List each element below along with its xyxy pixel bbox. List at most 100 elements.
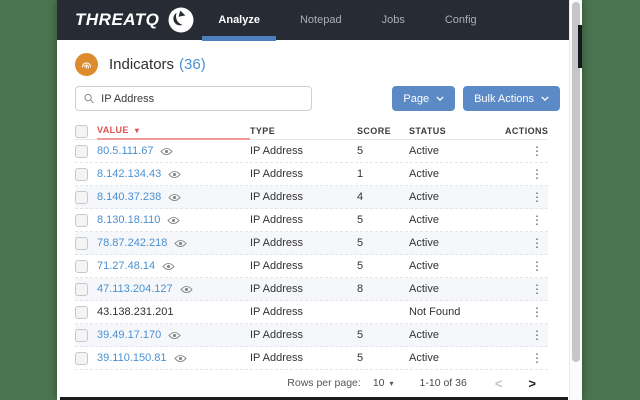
row-checkbox[interactable] (75, 351, 88, 365)
column-header-value[interactable]: VALUE ▾ (97, 123, 250, 140)
tab-jobs-label: Jobs (381, 14, 405, 26)
indicator-score: 4 (357, 191, 364, 203)
top-navbar: THREATQ Analyze Notepad Jobs Config (57, 0, 582, 41)
indicator-score: 5 (357, 260, 364, 272)
toolbar: Page Bulk Actions (75, 86, 560, 111)
table-header-row: VALUE ▾ TYPE SCORE STATUS ACTIONS (75, 123, 548, 140)
eye-icon[interactable] (162, 262, 175, 271)
indicator-score: 8 (357, 283, 364, 295)
threatq-logo-icon (168, 7, 194, 33)
sort-desc-icon: ▾ (134, 125, 140, 135)
search-box[interactable] (75, 86, 312, 111)
tab-jobs[interactable]: Jobs (380, 1, 407, 39)
column-header-status[interactable]: STATUS (409, 126, 505, 136)
select-all-checkbox[interactable] (75, 124, 88, 138)
table-body: 80.5.111.67 IP Address 5 Active ⋮ 8.142.… (75, 140, 548, 370)
tab-config[interactable]: Config (443, 1, 479, 39)
row-actions-kebab-icon[interactable]: ⋮ (523, 351, 548, 365)
indicator-status: Active (409, 260, 439, 272)
row-actions-kebab-icon[interactable]: ⋮ (523, 305, 548, 319)
tab-config-label: Config (444, 14, 477, 26)
page-button-label: Page (403, 92, 430, 105)
table-row: 8.140.37.238 IP Address 4 Active ⋮ (75, 186, 548, 209)
row-actions-kebab-icon[interactable]: ⋮ (523, 259, 548, 273)
indicator-status: Active (409, 168, 439, 180)
row-checkbox[interactable] (75, 213, 88, 227)
window-edge-shadow (578, 25, 582, 68)
chevron-down-icon (436, 96, 444, 101)
indicator-value-link[interactable]: 39.110.150.81 (97, 352, 167, 364)
previous-page-button: < (494, 375, 503, 391)
search-input[interactable] (101, 92, 303, 105)
row-checkbox[interactable] (75, 282, 88, 296)
indicator-value-link[interactable]: 8.140.37.238 (97, 191, 161, 203)
row-checkbox[interactable] (75, 305, 88, 319)
table-row: 8.142.134.43 IP Address 1 Active ⋮ (75, 163, 548, 186)
column-header-type[interactable]: TYPE (250, 126, 357, 136)
indicator-score: 5 (357, 329, 364, 341)
row-checkbox[interactable] (75, 190, 88, 204)
row-checkbox[interactable] (75, 259, 88, 273)
row-actions-kebab-icon[interactable]: ⋮ (523, 328, 548, 342)
indicator-value-link[interactable]: 43.138.231.201 (97, 306, 173, 318)
row-actions-kebab-icon[interactable]: ⋮ (523, 213, 548, 227)
eye-icon[interactable] (167, 216, 181, 225)
indicator-value-link[interactable]: 78.87.242.218 (97, 237, 167, 249)
indicator-score: 5 (357, 352, 364, 364)
indicator-status: Active (409, 329, 439, 341)
eye-icon[interactable] (160, 147, 174, 156)
row-actions-kebab-icon[interactable]: ⋮ (523, 144, 548, 158)
table-row: 47.113.204.127 IP Address 8 Active ⋮ (75, 278, 548, 301)
row-actions-kebab-icon[interactable]: ⋮ (523, 190, 548, 204)
indicator-type: IP Address (250, 145, 303, 157)
column-header-score[interactable]: SCORE (357, 126, 409, 136)
next-page-button[interactable]: > (528, 376, 536, 391)
indicator-score: 1 (357, 168, 364, 180)
indicator-type: IP Address (250, 329, 303, 341)
eye-icon[interactable] (168, 193, 181, 202)
page-title: Indicators (109, 55, 175, 73)
eye-icon[interactable] (180, 285, 193, 294)
row-actions-kebab-icon[interactable]: ⋮ (523, 236, 548, 250)
table-row: 39.49.17.170 IP Address 5 Active ⋮ (75, 324, 548, 347)
threatq-logo-text: THREATQ (75, 10, 160, 29)
indicator-status: Active (409, 214, 439, 226)
indicator-value-link[interactable]: 8.142.134.43 (97, 168, 161, 180)
search-icon (84, 93, 94, 104)
row-checkbox[interactable] (75, 328, 88, 342)
indicator-value-link[interactable]: 39.49.17.170 (97, 329, 161, 341)
row-actions-kebab-icon[interactable]: ⋮ (523, 282, 548, 296)
bulk-actions-button-label: Bulk Actions (474, 92, 534, 105)
indicator-value-link[interactable]: 71.27.48.14 (97, 260, 155, 272)
indicator-status: Active (409, 191, 439, 203)
indicator-score: 5 (357, 237, 364, 249)
indicator-status: Active (409, 283, 439, 295)
page-button[interactable]: Page (392, 86, 456, 111)
indicator-type: IP Address (250, 260, 303, 272)
table-row: 39.110.150.81 IP Address 5 Active ⋮ (75, 347, 548, 370)
chevron-down-icon: ▾ (389, 378, 394, 388)
tab-analyze[interactable]: Analyze (202, 1, 276, 41)
rows-per-page-value: 10 (372, 377, 385, 389)
row-checkbox[interactable] (75, 167, 88, 181)
indicator-value-link[interactable]: 8.130.18.110 (97, 214, 160, 226)
table-row: 71.27.48.14 IP Address 5 Active ⋮ (75, 255, 548, 278)
indicator-type: IP Address (250, 168, 303, 180)
bulk-actions-button[interactable]: Bulk Actions (463, 86, 560, 111)
eye-icon[interactable] (168, 331, 181, 340)
indicator-value-link[interactable]: 47.113.204.127 (97, 283, 173, 295)
indicator-type: IP Address (250, 191, 303, 203)
chevron-down-icon (541, 96, 549, 101)
tab-notepad[interactable]: Notepad (298, 1, 344, 39)
indicator-score: 5 (357, 145, 364, 157)
eye-icon[interactable] (174, 239, 187, 248)
row-checkbox[interactable] (75, 236, 88, 250)
tab-notepad-label: Notepad (299, 14, 342, 26)
row-checkbox[interactable] (75, 144, 88, 158)
row-actions-kebab-icon[interactable]: ⋮ (523, 167, 548, 181)
rows-per-page-select[interactable]: 10 ▾ (373, 377, 394, 389)
indicator-value-link[interactable]: 80.5.111.67 (97, 145, 153, 157)
eye-icon[interactable] (173, 354, 187, 363)
rows-per-page-label: Rows per page: (287, 377, 361, 389)
eye-icon[interactable] (168, 170, 181, 179)
